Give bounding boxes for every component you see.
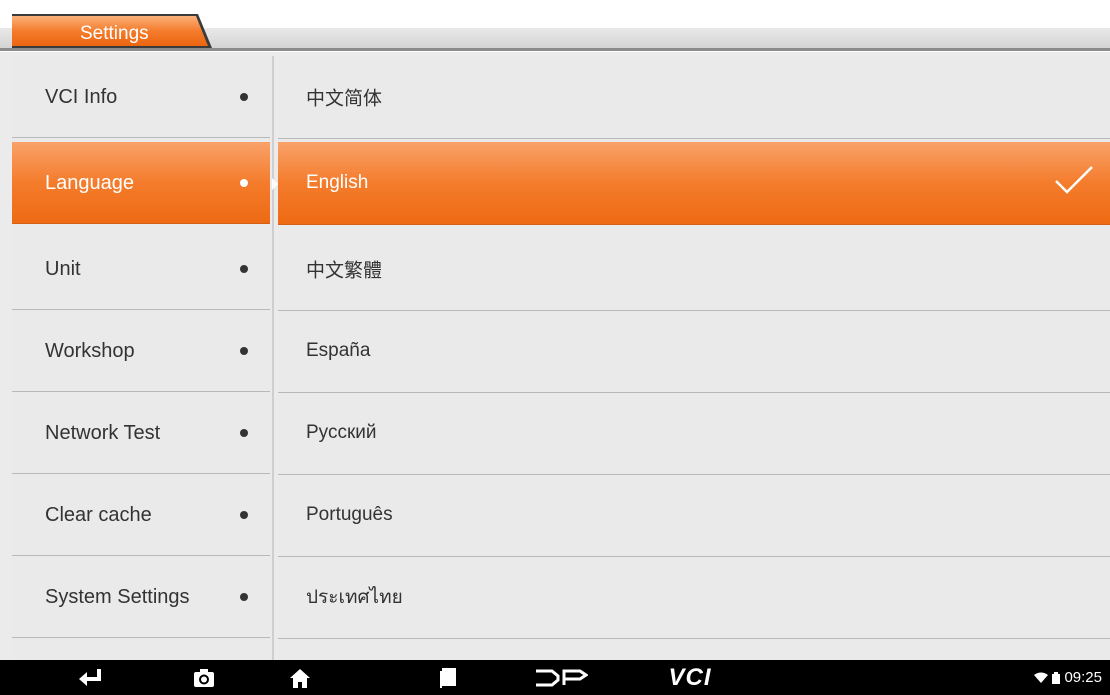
bullet-icon [240, 264, 248, 273]
sidebar-item-language[interactable]: Language [12, 142, 270, 224]
recent-apps-icon [440, 667, 456, 688]
language-option-russian[interactable]: Русский [278, 392, 1110, 475]
battery-icon [1052, 671, 1061, 684]
language-option-label: 中文简体 [306, 88, 383, 110]
sidebar-item-label: Unit [45, 257, 81, 280]
language-option-thai[interactable]: ประเทศไทย [278, 556, 1110, 639]
vci-icon: VCI [668, 663, 712, 691]
sidebar-item-label: Clear cache [45, 503, 152, 526]
language-option-portuguese[interactable]: Português [278, 474, 1110, 557]
clock-time: 09:25 [1064, 669, 1102, 686]
language-option-spanish[interactable]: España [278, 310, 1110, 393]
status-area: 09:25 [1034, 660, 1102, 695]
language-option-label: English [306, 172, 369, 193]
bullet-icon [240, 346, 248, 355]
camera-icon [194, 668, 214, 687]
sidebar-item-label: VCI Info [45, 85, 118, 108]
sidebar-item-system-settings[interactable]: System Settings [12, 556, 270, 638]
home-button[interactable] [278, 660, 322, 695]
home-icon [290, 668, 310, 688]
bullet-icon [240, 178, 248, 187]
dp-launcher-button[interactable] [530, 660, 592, 695]
tab-bar: Settings [0, 0, 1110, 52]
tab-settings[interactable]: Settings [12, 14, 212, 48]
system-nav-bar: VCI 09:25 [0, 660, 1110, 695]
bullet-icon [240, 92, 248, 101]
sidebar-item-clear-cache[interactable]: Clear cache [12, 474, 270, 556]
bullet-icon [240, 428, 248, 437]
sidebar-item-label: Network Test [45, 421, 161, 444]
sidebar-item-label: Language [45, 171, 134, 194]
back-button[interactable] [68, 660, 112, 695]
language-option-label: Русский [306, 422, 377, 443]
sidebar-item-label: Workshop [45, 339, 135, 362]
language-option-label: 中文繁體 [306, 260, 383, 282]
language-option-label: ประเทศไทย [306, 587, 403, 608]
language-option-english[interactable]: English [278, 142, 1110, 225]
recent-apps-button[interactable] [428, 660, 468, 695]
bullet-icon [240, 510, 248, 519]
settings-sidebar: VCI Info Language Unit Workshop Network … [12, 56, 274, 660]
sidebar-item-network-test[interactable]: Network Test [12, 392, 270, 474]
bullet-icon [240, 592, 248, 601]
language-option-zh-hans[interactable]: 中文简体 [278, 56, 1110, 139]
language-option-zh-hant[interactable]: 中文繁體 [278, 228, 1110, 311]
language-option-label: España [306, 340, 371, 361]
tab-settings-label: Settings [80, 23, 149, 44]
sidebar-item-workshop[interactable]: Workshop [12, 310, 270, 392]
wifi-icon [1034, 672, 1049, 683]
vci-button[interactable]: VCI [660, 660, 720, 695]
back-icon [79, 668, 101, 686]
sidebar-item-vci-info[interactable]: VCI Info [12, 56, 270, 138]
dp-logo-icon [536, 669, 588, 686]
checkmark-icon [1055, 166, 1093, 194]
sidebar-item-unit[interactable]: Unit [12, 228, 270, 310]
sidebar-item-label: System Settings [45, 585, 190, 608]
screenshot-button[interactable] [182, 660, 226, 695]
language-option-label: Português [306, 504, 393, 525]
language-list: 中文简体 English 中文繁體 España Русский Portugu… [278, 56, 1110, 660]
